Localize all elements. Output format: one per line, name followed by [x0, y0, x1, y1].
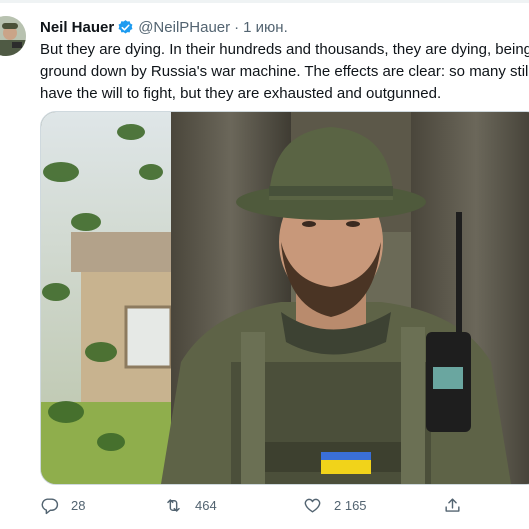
tweet-text: But they are dying. In their hundreds an…	[40, 41, 529, 102]
author-name[interactable]: Neil Hauer	[40, 19, 114, 36]
verified-badge-icon	[117, 19, 134, 36]
like-button[interactable]: 2 165	[303, 494, 367, 516]
top-divider	[0, 0, 529, 3]
separator-dot: ·	[234, 18, 240, 36]
share-icon	[445, 497, 460, 512]
share-button[interactable]	[443, 494, 462, 516]
reply-count: 28	[71, 497, 86, 513]
like-count: 2 165	[334, 497, 367, 513]
tweet-photo[interactable]	[40, 111, 529, 485]
heart-icon	[304, 498, 321, 513]
reply-icon	[41, 497, 59, 514]
retweet-count: 464	[195, 497, 217, 513]
avatar[interactable]	[0, 16, 26, 56]
tweet-date[interactable]: 1 июн.	[243, 19, 288, 36]
tweet-header: Neil Hauer @NeilPHauer · 1 июн.	[40, 16, 288, 38]
author-handle[interactable]: @NeilPHauer	[138, 19, 230, 36]
retweet-icon	[167, 498, 180, 512]
tweet-actions: 28 464 2 165	[40, 494, 529, 516]
retweet-button[interactable]: 464	[164, 494, 217, 516]
reply-button[interactable]: 28	[40, 494, 85, 516]
